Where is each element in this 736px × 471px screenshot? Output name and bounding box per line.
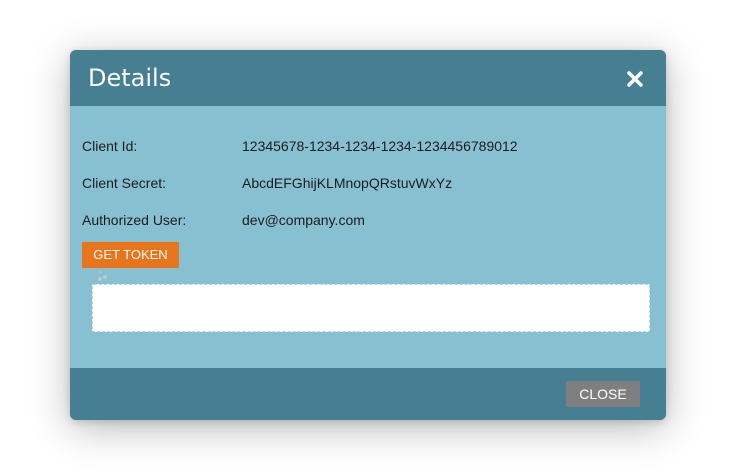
authorized-user-label: Authorized User: (82, 212, 187, 228)
dialog-body: Client Id: 12345678-1234-1234-1234-12344… (70, 106, 666, 368)
dialog-title: Details (88, 64, 172, 92)
client-id-label: Client Id: (82, 138, 138, 154)
dialog-header: Details (70, 50, 666, 106)
client-secret-value: AbcdEFGhijKLMnopQRstuvWxYz (242, 175, 453, 191)
close-button[interactable]: CLOSE (566, 381, 640, 407)
dialog-footer: CLOSE (70, 368, 666, 420)
get-token-button[interactable]: GET TOKEN (82, 242, 179, 268)
details-dialog: Details Client Id: 12345678-1234-1234-12… (70, 50, 666, 420)
authorized-user-value: dev@company.com (242, 212, 365, 228)
close-icon[interactable] (626, 70, 644, 88)
client-id-value: 12345678-1234-1234-1234-1234456789012 (242, 138, 518, 154)
loading-spinner-icon (92, 268, 108, 281)
token-output-field[interactable] (92, 284, 650, 332)
page-backdrop: Details Client Id: 12345678-1234-1234-12… (0, 0, 736, 471)
client-secret-label: Client Secret: (82, 175, 167, 191)
